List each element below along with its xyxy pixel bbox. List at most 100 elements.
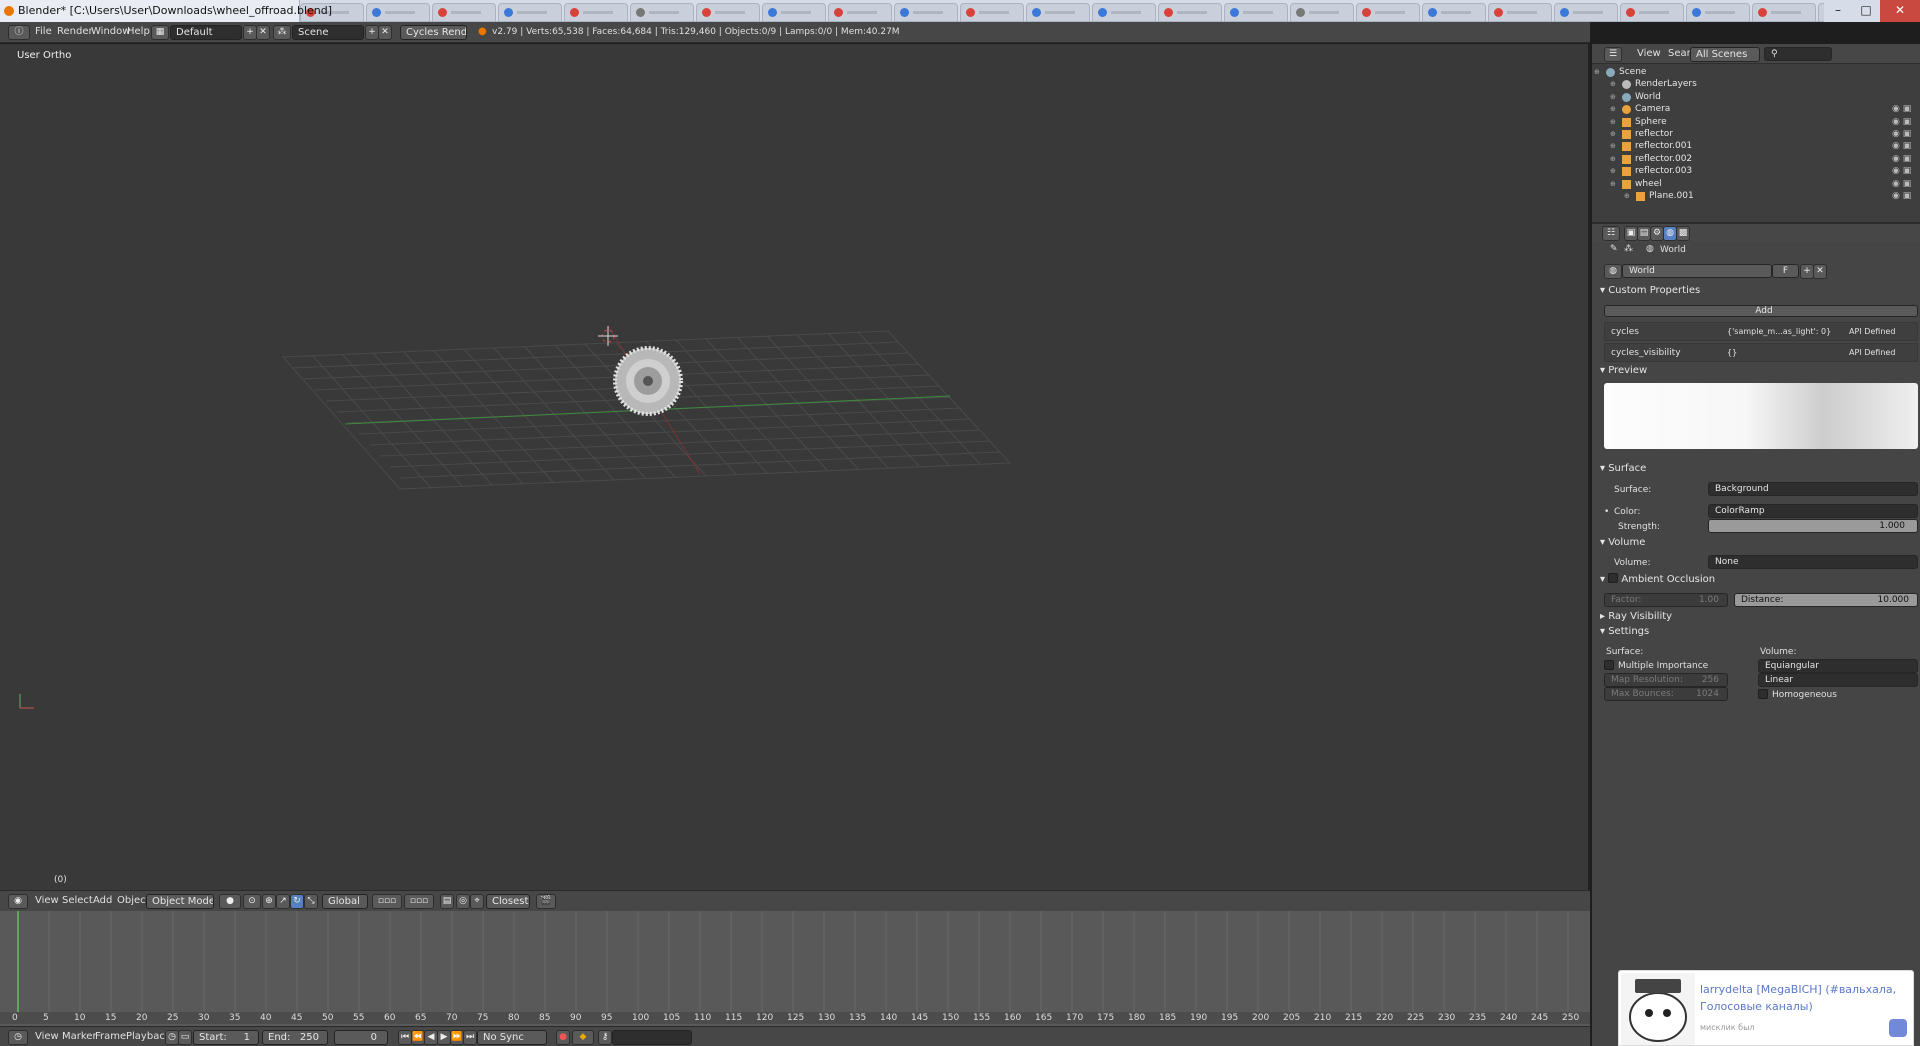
outliner-menu-view[interactable]: View — [1637, 48, 1661, 59]
translate-manipulator-icon[interactable]: ↗ — [276, 894, 290, 909]
outliner-item[interactable]: ⊕ Plane.001 ◉ ▣ — [1592, 189, 1912, 204]
jump-start-icon[interactable]: ⏮ — [398, 1030, 412, 1045]
outliner[interactable]: ☰ View Search All Scenes ⚲ ⊕ Scene ⊕ Render… — [1592, 44, 1920, 222]
editor-type-info-icon[interactable]: ⓘ — [8, 25, 30, 40]
browser-tab[interactable] — [1422, 3, 1486, 21]
orientation-dropdown[interactable]: Global — [322, 894, 368, 909]
snap-icon[interactable]: ⌖ — [470, 894, 484, 909]
menu-select[interactable]: Select — [62, 895, 93, 906]
keyframe-icon[interactable]: ⚷ — [598, 1030, 612, 1045]
volume-shader-field[interactable]: None — [1708, 555, 1918, 569]
ao-checkbox[interactable] — [1608, 573, 1619, 583]
rotate-manipulator-icon[interactable]: ↻ — [290, 894, 304, 909]
browser-tab[interactable] — [564, 3, 628, 21]
fake-user-button[interactable]: F — [1772, 264, 1799, 278]
editor-type-properties-icon[interactable]: ☷ — [1602, 226, 1620, 241]
render-engine-dropdown[interactable]: Cycles Render — [400, 25, 467, 40]
browser-tab[interactable] — [762, 3, 826, 21]
browser-tab[interactable] — [1752, 3, 1816, 21]
editor-type-3d-icon[interactable]: ◉ — [8, 894, 28, 909]
browser-tab[interactable] — [894, 3, 958, 21]
expand-toggle-icon[interactable]: ⊕ — [1594, 65, 1603, 76]
ao-distance-field[interactable]: Distance: 10.000 — [1734, 593, 1918, 607]
max-bounces-field[interactable]: Max Bounces: 1024 — [1604, 687, 1728, 701]
editor-type-outliner-icon[interactable]: ☰ — [1604, 47, 1622, 62]
expand-toggle-icon[interactable]: ⊕ — [1610, 90, 1619, 101]
sync-dropdown[interactable]: No Sync — [477, 1030, 547, 1045]
snap-target-dropdown[interactable]: Closest — [486, 894, 530, 909]
visibility-render-toggles[interactable]: ◉ ▣ — [1892, 189, 1911, 204]
tab-object-icon[interactable]: ▩ — [1676, 226, 1690, 241]
surface-panel-header[interactable]: ▾ Surface — [1592, 460, 1920, 478]
scene-icon[interactable]: ⁂ — [273, 25, 291, 40]
scene-dropdown[interactable]: Scene — [292, 25, 364, 40]
expand-toggle-icon[interactable]: ⊕ — [1610, 177, 1619, 188]
editor-type-timeline-icon[interactable]: ◷ — [8, 1030, 28, 1045]
browser-tab[interactable] — [1488, 3, 1552, 21]
browser-tab[interactable] — [1356, 3, 1420, 21]
play-reverse-icon[interactable]: ◀ — [424, 1030, 438, 1045]
pivot-point-icon[interactable]: ⊙ — [243, 894, 261, 909]
layers-row-1[interactable]: ▫▫▫ — [372, 894, 402, 909]
browser-tab[interactable] — [1224, 3, 1288, 21]
expand-toggle-icon[interactable]: ⊕ — [1624, 189, 1633, 200]
keying-set-field[interactable] — [612, 1030, 692, 1045]
3d-viewport[interactable]: User Ortho (0) — [0, 44, 1590, 890]
play-icon[interactable]: ▶ — [437, 1030, 451, 1045]
ao-panel-header[interactable]: ▾ Ambient Occlusion — [1592, 571, 1920, 589]
maximize-button[interactable]: □ — [1852, 0, 1880, 22]
menu-window[interactable]: Window — [91, 26, 130, 37]
browser-tab[interactable] — [498, 3, 562, 21]
timeline-menu-marker[interactable]: Marker — [62, 1031, 97, 1042]
surface-shader-field[interactable]: Background — [1708, 482, 1918, 496]
keying-set-icon[interactable]: ◆ — [572, 1030, 594, 1045]
menu-render[interactable]: Render — [57, 26, 93, 37]
tab-world-icon[interactable]: ◍ — [1663, 226, 1677, 241]
timeline-editor[interactable] — [0, 911, 1590, 1026]
world-name-field[interactable]: World — [1622, 264, 1772, 278]
end-frame-field[interactable]: End: 250 — [262, 1030, 328, 1045]
unlink-world-button[interactable]: ✕ — [1813, 264, 1827, 279]
current-frame-field[interactable]: 0 — [334, 1030, 388, 1045]
strength-slider[interactable]: 1.000 — [1708, 519, 1918, 533]
browser-tab[interactable] — [432, 3, 496, 21]
scale-manipulator-icon[interactable]: ⤡ — [304, 894, 318, 909]
browser-tab[interactable] — [1158, 3, 1222, 21]
minimize-button[interactable]: – — [1824, 0, 1852, 22]
layout-dropdown[interactable]: Default — [170, 25, 242, 40]
expand-toggle-icon[interactable]: ⊕ — [1610, 164, 1619, 175]
add-layout-button[interactable]: + — [243, 25, 257, 40]
start-frame-field[interactable]: Start: 1 — [193, 1030, 259, 1045]
browser-tab[interactable] — [696, 3, 760, 21]
browser-tab[interactable] — [1686, 3, 1750, 21]
browser-tab[interactable] — [1620, 3, 1684, 21]
menu-file[interactable]: File — [35, 26, 52, 37]
expand-toggle-icon[interactable]: ⊕ — [1610, 77, 1619, 88]
timeline-menu-playback[interactable]: Playback — [126, 1031, 171, 1042]
tab-render-icon[interactable]: ▣ — [1624, 226, 1638, 241]
expand-toggle-icon[interactable]: ⊕ — [1610, 139, 1619, 150]
screen-layout-icon[interactable]: ▦ — [151, 25, 169, 40]
lock-range-icon[interactable]: ▭ — [178, 1030, 192, 1045]
volume-interpolation-dropdown[interactable]: Linear — [1758, 673, 1918, 687]
custom-properties-panel-header[interactable]: ▾ Custom Properties — [1592, 282, 1920, 300]
add-scene-button[interactable]: + — [365, 25, 379, 40]
browser-tab[interactable] — [366, 3, 430, 21]
close-button[interactable]: ✕ — [1880, 0, 1920, 22]
tab-scene-icon[interactable]: ⚙ — [1650, 226, 1664, 241]
record-icon[interactable]: ● — [556, 1030, 570, 1045]
remove-layout-button[interactable]: ✕ — [256, 25, 270, 40]
expand-toggle-icon[interactable]: ⊕ — [1610, 115, 1619, 126]
browser-tab[interactable] — [960, 3, 1024, 21]
color-input-field[interactable]: ColorRamp — [1708, 504, 1918, 518]
menu-help[interactable]: Help — [127, 26, 150, 37]
world-browse-icon[interactable]: ◍ — [1604, 264, 1622, 279]
browser-tab[interactable] — [1026, 3, 1090, 21]
mode-dropdown[interactable]: Object Mode — [146, 894, 214, 909]
menu-add[interactable]: Add — [93, 895, 112, 906]
expand-toggle-icon[interactable]: ⊕ — [1610, 102, 1619, 113]
volume-panel-header[interactable]: ▾ Volume — [1592, 534, 1920, 552]
pin-icon[interactable]: ✎ — [1610, 244, 1618, 254]
tab-layers-icon[interactable]: ▤ — [1637, 226, 1651, 241]
manipulator-toggle-icon[interactable]: ⊕ — [262, 894, 276, 909]
